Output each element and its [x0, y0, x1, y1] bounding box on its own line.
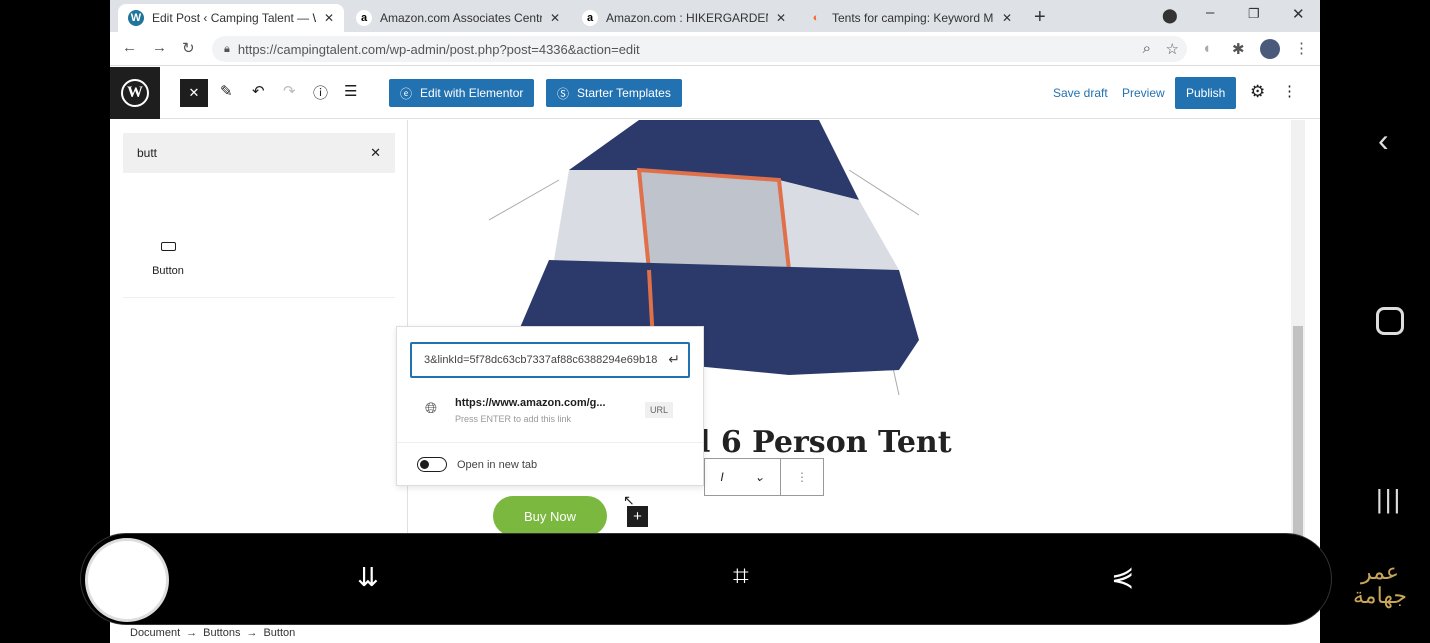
- breadcrumb-button[interactable]: Button: [263, 627, 295, 639]
- forward-icon[interactable]: →: [152, 39, 167, 56]
- amazon-icon: a: [582, 10, 598, 26]
- lock-icon: 🔒︎: [224, 42, 230, 55]
- minimize-icon[interactable]: –: [1206, 4, 1214, 21]
- crop-edit-icon[interactable]: ⌗: [733, 560, 749, 593]
- profile-avatar[interactable]: [1260, 39, 1280, 59]
- address-bar-row: ← → ↻ 🔒︎ https://campingtalent.com/wp-ad…: [110, 32, 1320, 66]
- info-icon[interactable]: ⓘ: [313, 82, 328, 103]
- extension-icon[interactable]: ◖: [1202, 40, 1211, 57]
- tab-amazon-associates[interactable]: a Amazon.com Associates Central ✕: [346, 4, 570, 32]
- android-home-icon[interactable]: [1376, 307, 1404, 335]
- wordpress-logo[interactable]: W: [110, 67, 160, 119]
- link-popover: 3&linkId=5f78dc63cb7337af88c6388294e69b1…: [396, 326, 704, 486]
- extensions-puzzle-icon[interactable]: ✱: [1232, 40, 1245, 58]
- save-draft-button[interactable]: Save draft: [1053, 86, 1108, 100]
- block-options-icon[interactable]: ⋮: [781, 459, 823, 495]
- scrollbar[interactable]: [1291, 120, 1305, 550]
- amazon-icon: a: [356, 10, 372, 26]
- list-view-icon[interactable]: ☰: [344, 82, 357, 100]
- block-item-button[interactable]: Button: [130, 230, 206, 290]
- divider: [397, 442, 703, 443]
- bookmark-star-icon[interactable]: ☆: [1166, 40, 1179, 58]
- block-toolbar: I ⌄ ⋮: [704, 458, 824, 496]
- tab-keyword-magic[interactable]: ◐ Tents for camping: Keyword Mag ✕: [798, 4, 1022, 32]
- starter-templates-icon: Ⓢ: [557, 86, 570, 101]
- editor-toolbar: W ✕ ✎ ↶ ↷ ⓘ ☰ ⓔ Edit with Elementor Ⓢ Star…: [110, 67, 1320, 119]
- close-tab-icon[interactable]: ✕: [1002, 11, 1012, 25]
- reload-icon[interactable]: ↻: [182, 39, 195, 57]
- breadcrumb-buttons[interactable]: Buttons: [203, 627, 240, 639]
- clear-search-icon[interactable]: ✕: [370, 145, 381, 161]
- close-inserter-icon[interactable]: ✕: [180, 79, 208, 107]
- edit-tools-icon[interactable]: ✎: [220, 82, 233, 100]
- link-url-input[interactable]: 3&linkId=5f78dc63cb7337af88c6388294e69b1…: [410, 342, 690, 378]
- block-search-input[interactable]: butt ✕: [123, 133, 395, 173]
- buy-now-button[interactable]: Buy Now: [493, 496, 607, 536]
- wordpress-icon: W: [121, 79, 149, 107]
- block-inserter-panel: butt ✕ Button: [110, 120, 408, 550]
- screenshot-thumbnail[interactable]: [85, 538, 169, 622]
- new-tab-icon[interactable]: +: [1034, 6, 1046, 29]
- add-block-icon[interactable]: +: [627, 506, 648, 527]
- tab-search-icon[interactable]: ⬤: [1162, 7, 1178, 24]
- browser-menu-icon[interactable]: ⋮: [1294, 39, 1309, 57]
- breadcrumb-document[interactable]: Document: [130, 627, 180, 639]
- italic-icon[interactable]: I: [720, 470, 723, 484]
- semrush-icon: ◐: [812, 12, 820, 24]
- tab-amazon-hikergarden[interactable]: a Amazon.com : HIKERGARDEN 20✕: [572, 4, 796, 32]
- url-type-badge: URL: [645, 402, 674, 418]
- redo-icon[interactable]: ↷: [283, 82, 296, 100]
- watermark: عمر جهامة: [1352, 559, 1408, 608]
- starter-templates-button[interactable]: Ⓢ Starter Templates: [546, 79, 682, 107]
- android-recents-icon[interactable]: |||: [1376, 484, 1402, 515]
- product-heading[interactable]: l 6 Person Tent: [699, 425, 952, 460]
- button-block-icon: [160, 242, 176, 251]
- close-tab-icon[interactable]: ✕: [776, 11, 786, 25]
- publish-button[interactable]: Publish: [1175, 77, 1237, 109]
- restore-icon[interactable]: ❐: [1248, 6, 1260, 22]
- link-suggestion[interactable]: 🌐︎ https://www.amazon.com/g... Press ENT…: [397, 389, 703, 439]
- close-tab-icon[interactable]: ✕: [324, 11, 334, 25]
- url-input[interactable]: 🔒︎ https://campingtalent.com/wp-admin/po…: [212, 36, 1187, 62]
- back-icon[interactable]: ←: [122, 39, 137, 56]
- screenshot-toolbar: ⇊ ⌗ ⋞: [80, 533, 1332, 625]
- close-tab-icon[interactable]: ✕: [550, 11, 560, 25]
- undo-icon[interactable]: ↶: [252, 82, 265, 100]
- preview-button[interactable]: Preview: [1122, 86, 1165, 100]
- zoom-icon[interactable]: ⌕: [1143, 40, 1151, 57]
- submit-enter-icon[interactable]: ↵: [668, 351, 680, 368]
- tab-edit-post[interactable]: W Edit Post ‹ Camping Talent — Wo ✕: [118, 4, 344, 32]
- open-new-tab-toggle[interactable]: [417, 457, 447, 472]
- edit-with-elementor-button[interactable]: ⓔ Edit with Elementor: [389, 79, 535, 107]
- share-icon[interactable]: ⋞: [1111, 560, 1134, 593]
- wordpress-icon: W: [128, 10, 144, 26]
- globe-icon: 🌐︎: [425, 400, 438, 417]
- options-menu-icon[interactable]: ⋮: [1282, 82, 1297, 100]
- divider: [123, 297, 395, 298]
- close-window-icon[interactable]: ✕: [1292, 5, 1305, 23]
- elementor-icon: ⓔ: [400, 86, 413, 101]
- scroll-capture-icon[interactable]: ⇊: [357, 562, 379, 593]
- tab-bar: W Edit Post ‹ Camping Talent — Wo ✕ a Ama…: [110, 0, 1320, 32]
- breadcrumb: Document → Buttons → Button: [130, 627, 296, 639]
- more-formats-chevron-icon[interactable]: ⌄: [755, 470, 765, 484]
- settings-gear-icon[interactable]: ⚙: [1250, 82, 1265, 102]
- android-back-icon[interactable]: ‹: [1378, 122, 1389, 159]
